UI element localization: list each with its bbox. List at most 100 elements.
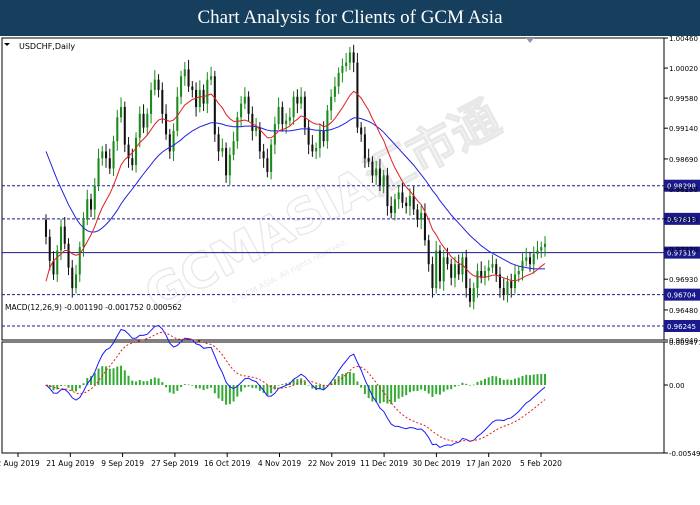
- candle-body: [397, 192, 400, 200]
- candle-body: [337, 72, 340, 87]
- macd-histogram-bar: [510, 379, 513, 386]
- macd-panel-border: [1, 341, 665, 454]
- candle-body: [251, 113, 254, 131]
- macd-histogram-bar: [416, 385, 419, 391]
- candle-body: [390, 206, 393, 213]
- candle-body: [296, 96, 299, 104]
- candle-body: [198, 89, 201, 108]
- candle-body: [292, 96, 295, 118]
- macd-y-tick-label: -0.005496: [669, 450, 700, 458]
- macd-histogram-bar: [405, 385, 408, 396]
- macd-histogram-bar: [341, 373, 344, 386]
- macd-histogram-bar: [180, 385, 183, 388]
- macd-histogram-bar: [247, 385, 250, 387]
- macd-histogram-bar: [168, 385, 171, 393]
- macd-signal-line: [45, 331, 546, 443]
- macd-histogram-bar: [476, 381, 479, 386]
- candle-body: [112, 141, 115, 169]
- candle-body: [213, 76, 216, 135]
- candle-body: [491, 264, 494, 268]
- x-tick-label: 16 Oct 2019: [204, 459, 251, 468]
- macd-histogram-bar: [142, 381, 145, 386]
- candle-body: [446, 257, 449, 265]
- candle-body: [78, 247, 81, 275]
- macd-histogram-bar: [348, 371, 351, 386]
- candle-body: [71, 267, 74, 289]
- chart-shift-handle[interactable]: [526, 38, 534, 43]
- candle-body: [146, 113, 149, 128]
- macd-histogram-bar: [483, 378, 486, 386]
- candle-body: [270, 144, 273, 172]
- candle-body: [315, 148, 318, 152]
- macd-histogram-bar: [397, 385, 400, 399]
- macd-histogram-bar: [63, 385, 66, 386]
- candle-body: [330, 96, 333, 111]
- candle-body: [101, 151, 104, 159]
- macd-histogram-bar: [401, 385, 404, 397]
- macd-histogram-bar: [495, 376, 498, 386]
- macd-histogram-bar: [232, 385, 235, 402]
- candle-body: [86, 199, 89, 220]
- macd-histogram-bar: [502, 379, 505, 386]
- candle-body: [371, 161, 374, 176]
- macd-histogram-bar: [172, 385, 175, 394]
- candle-body: [206, 79, 209, 104]
- candle-body: [307, 127, 310, 145]
- candle-body: [382, 175, 385, 186]
- x-tick-label: 21 Aug 2019: [46, 459, 94, 468]
- macd-histogram-bar: [438, 385, 441, 395]
- macd-histogram-bar: [386, 385, 389, 404]
- macd-histogram-bar: [75, 385, 78, 392]
- y-tick-label: 0.98250: [669, 186, 698, 194]
- macd-histogram-bar: [468, 385, 471, 386]
- x-tick-label: 9 Sep 2019: [101, 459, 144, 468]
- macd-histogram-bar: [266, 385, 269, 396]
- y-tick-label: 1.00460: [669, 36, 698, 43]
- macd-histogram-bar: [303, 381, 306, 386]
- main-chart-title: USDCHF,Daily: [19, 42, 75, 51]
- candle-body: [378, 168, 381, 186]
- macd-histogram-bar: [198, 385, 201, 389]
- candle-body: [408, 195, 411, 207]
- macd-histogram-bar: [427, 385, 430, 394]
- candle-body: [59, 226, 63, 251]
- macd-histogram-bar: [521, 376, 524, 386]
- level-label: 0.96245: [667, 323, 696, 331]
- x-tick-label: 17 Jan 2020: [466, 459, 511, 468]
- candle-body: [104, 151, 108, 159]
- candle-body: [341, 66, 344, 73]
- macd-histogram-bar: [360, 385, 363, 388]
- y-tick-label: 0.97810: [669, 216, 698, 224]
- macd-histogram-bar: [127, 375, 130, 386]
- y-tick-label: 0.96930: [669, 276, 698, 284]
- macd-histogram-bar: [228, 385, 231, 405]
- candle-body: [427, 240, 430, 265]
- candle-body: [393, 199, 396, 213]
- candle-body: [56, 250, 59, 275]
- y-tick-label: 0.97370: [669, 246, 698, 254]
- candle-body: [108, 158, 111, 169]
- candle-body: [48, 236, 51, 261]
- macd-histogram-bar: [183, 384, 186, 386]
- candle-body: [318, 130, 321, 149]
- macd-histogram-bar: [221, 385, 224, 401]
- macd-histogram-bar: [225, 385, 228, 405]
- candle-body: [465, 257, 468, 289]
- candle-body: [97, 158, 100, 186]
- macd-histogram-bar: [277, 385, 280, 386]
- candle-body: [420, 212, 423, 220]
- candle-body: [435, 250, 438, 289]
- y-tick-label: 0.99140: [669, 125, 698, 133]
- y-tick-label: 0.96480: [669, 307, 698, 315]
- macd-histogram-bar: [345, 372, 348, 386]
- macd-histogram-bar: [120, 365, 123, 386]
- macd-histogram-bar: [393, 385, 396, 402]
- macd-histogram-bar: [67, 385, 70, 388]
- candle-body: [63, 226, 66, 244]
- candle-body: [450, 264, 453, 278]
- candle-body: [431, 264, 434, 289]
- macd-histogram-bar: [60, 385, 63, 386]
- macd-histogram-bar: [161, 382, 164, 386]
- candle-body: [240, 103, 243, 118]
- candle-body: [412, 195, 415, 210]
